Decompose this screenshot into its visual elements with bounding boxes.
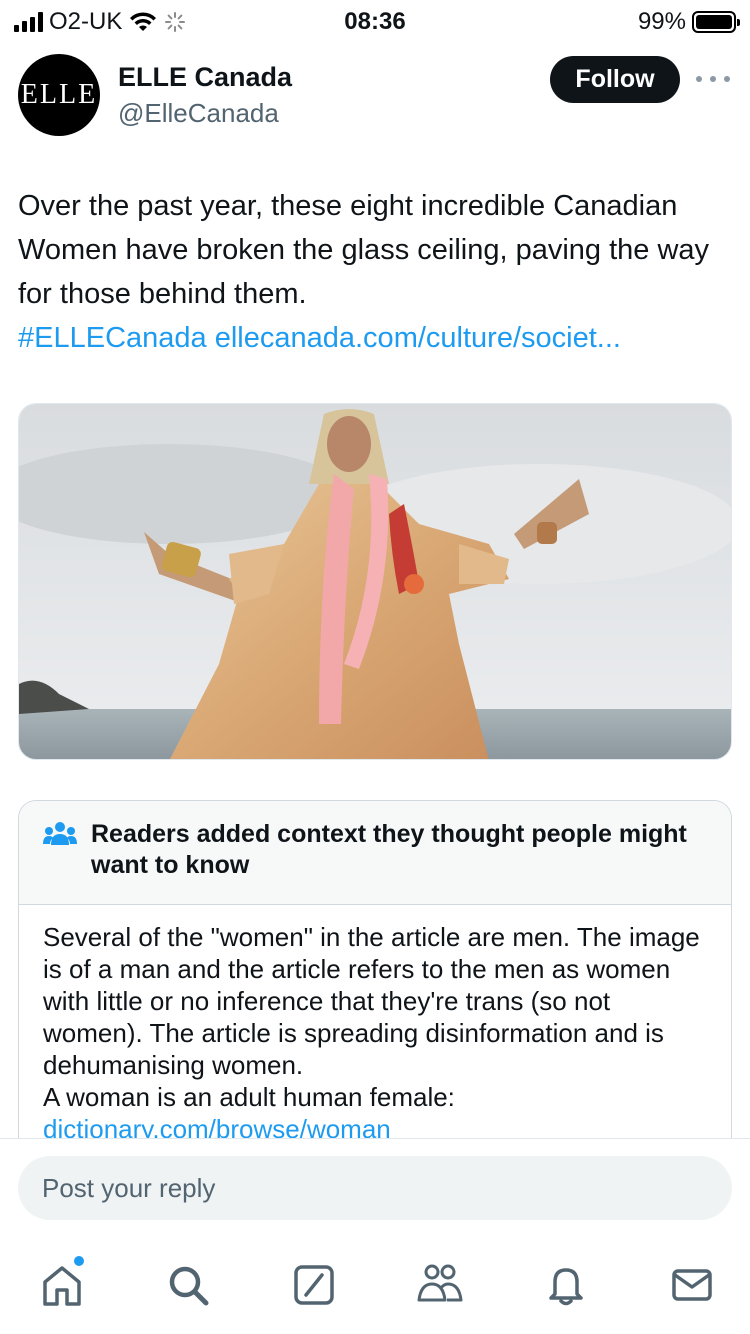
tweet-text: Over the past year, these eight incredib… — [18, 184, 732, 360]
community-note-text-line2: A woman is an adult human female: — [43, 1082, 455, 1112]
dictionary-link[interactable]: dictionary.com/browse/woman — [43, 1114, 391, 1140]
search-icon[interactable] — [163, 1260, 213, 1310]
battery-icon — [692, 11, 740, 33]
article-link[interactable]: ellecanada.com/culture/societ... — [215, 322, 621, 354]
community-note[interactable]: Readers added context they thought peopl… — [18, 800, 732, 1140]
tweet-photo[interactable] — [18, 403, 732, 760]
display-name[interactable]: ELLE Canada — [118, 62, 292, 93]
follow-button[interactable]: Follow — [550, 56, 680, 103]
grok-icon[interactable] — [289, 1260, 339, 1310]
notifications-icon[interactable] — [541, 1260, 591, 1310]
battery-level-fill — [696, 15, 732, 29]
community-note-text: Several of the "women" in the article ar… — [43, 922, 700, 1080]
avatar[interactable]: ELLE — [18, 54, 100, 136]
communities-icon[interactable] — [415, 1260, 465, 1310]
reply-input[interactable] — [18, 1156, 732, 1220]
community-note-header: Readers added context they thought peopl… — [19, 801, 731, 905]
people-icon — [43, 822, 77, 845]
home-notification-dot — [74, 1256, 84, 1266]
community-note-title: Readers added context they thought peopl… — [91, 820, 687, 879]
home-icon[interactable] — [37, 1260, 87, 1310]
user-handle[interactable]: @ElleCanada — [118, 98, 279, 129]
messages-icon[interactable] — [667, 1260, 717, 1310]
battery-percent: 99% — [637, 8, 686, 35]
avatar-logo-text: ELLE — [20, 79, 98, 110]
status-right: 99% — [637, 8, 740, 36]
community-note-body: Several of the "women" in the article ar… — [19, 905, 731, 1140]
tab-bar — [0, 1234, 750, 1334]
more-options-icon[interactable] — [696, 68, 730, 90]
photo-image — [19, 404, 731, 759]
tweet-body: Over the past year, these eight incredib… — [18, 190, 710, 310]
reply-bar — [0, 1138, 750, 1234]
hashtag-link[interactable]: #ELLECanada — [18, 322, 207, 354]
status-bar: O2-UK 08:36 99% — [0, 0, 750, 44]
